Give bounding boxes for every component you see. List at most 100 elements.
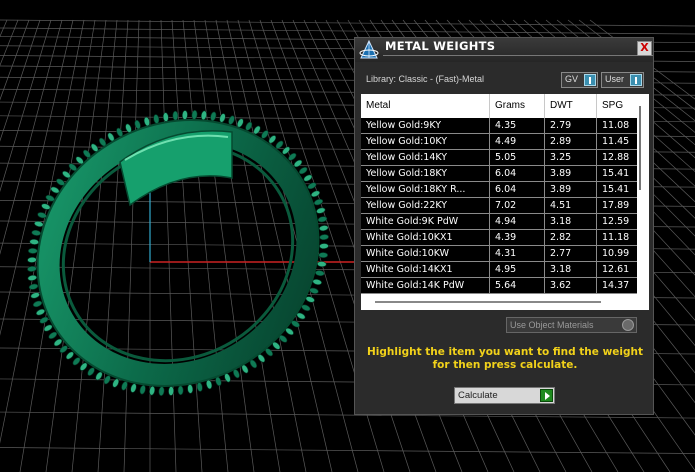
cell-metal: White Gold:14K PdW [361,278,490,293]
ring-bead [158,386,165,396]
gv-toggle[interactable]: GV [561,72,598,88]
dialog-titlebar[interactable]: METAL WEIGHTS X [355,38,653,62]
ring-bead [112,378,120,388]
ring-bead [319,234,329,241]
table-row[interactable]: White Gold:14KX1 4.95 3.18 12.61 [361,262,637,278]
horizontal-scrollbar[interactable] [375,301,601,303]
user-toggle[interactable]: User [601,72,644,88]
ring-bead [35,308,46,316]
grid-line [71,19,118,472]
ring-bead [29,238,39,245]
table-row[interactable]: Yellow Gold:18KY 6.04 3.89 15.41 [361,166,637,182]
ring-bead [32,300,43,308]
cell-spg: 11.18 [602,232,630,243]
table-row[interactable]: White Gold:9K PdW 4.94 3.18 12.59 [361,214,637,230]
cell-dwt: 3.62 [545,278,597,293]
cell-grams: 7.02 [490,198,545,213]
ring-bead [228,115,235,125]
ring-bead [30,292,40,299]
close-icon[interactable]: X [637,41,652,56]
ring-bead [200,110,207,121]
grid-line [0,447,695,454]
use-object-materials-label: Use Object Materials [510,320,594,330]
ring-bead [181,110,188,120]
dialog-title: METAL WEIGHTS [385,39,496,53]
ring-bead [39,316,49,324]
cell-metal: Yellow Gold:22KY [361,198,490,213]
ring-bead [312,278,322,286]
ring-bead [121,381,128,391]
cell-grams: 6.04 [490,182,545,197]
ring-bead [168,386,175,396]
cell-spg: 11.08 [602,120,630,131]
ring-bead [315,270,325,277]
table-row[interactable]: Yellow Gold:18KY R... 6.04 3.89 15.41 [361,182,637,198]
column-header-dwt[interactable]: DWT [545,94,597,118]
ring-bead [318,252,328,259]
cell-metal: Yellow Gold:9KY [361,118,490,133]
ring-bead [177,385,184,396]
cell-metal: Yellow Gold:18KY [361,166,490,181]
ring-bead [219,113,226,123]
table-row[interactable]: Yellow Gold:10KY 4.49 2.89 11.45 [361,134,637,150]
ring-bead [31,229,41,236]
toggle-indicator-icon [584,74,596,86]
ring-bead [253,125,261,135]
grid-line [160,19,177,472]
instruction-text: Highlight the item you want to find the … [367,346,643,371]
column-header-grams[interactable]: Grams [490,94,545,118]
grid-line [0,19,30,101]
cell-spg: 10.99 [602,248,630,259]
table-row[interactable]: White Gold:14K PdW 5.64 3.62 14.37 [361,278,637,294]
grid-line [123,19,140,472]
ring-bead [139,384,146,395]
cell-grams: 4.39 [490,230,545,245]
grid-line [193,19,255,472]
ring-bead [319,243,329,250]
cell-spg: 11.45 [602,136,630,147]
cell-grams: 4.94 [490,214,545,229]
ring-bead [317,216,328,223]
ring-bead [27,274,38,281]
cell-spg: 15.41 [602,168,630,179]
use-object-materials-dropdown[interactable]: Use Object Materials [506,317,637,333]
cell-spg: 12.61 [602,264,630,275]
ring-bead [48,331,58,339]
cell-metal: Yellow Gold:10KY [361,134,490,149]
table-row[interactable]: Yellow Gold:14KY 5.05 3.25 12.88 [361,150,637,166]
cell-grams: 4.49 [490,134,545,149]
cell-dwt: 2.79 [545,118,597,133]
grid-line [0,19,19,67]
ring-bead [130,383,137,393]
ring-bead [298,167,308,175]
column-header-spg[interactable]: SPG [597,94,649,118]
cell-dwt: 3.18 [545,262,597,277]
vertical-scrollbar[interactable] [639,106,641,190]
ring-bead [210,111,217,122]
table-row[interactable]: White Gold:10KW 4.31 2.77 10.99 [361,246,637,262]
play-arrow-icon [540,389,553,402]
dropdown-knob-icon [622,319,634,331]
table-header: Metal Grams DWT SPG [361,94,649,118]
cell-dwt: 2.89 [545,134,597,149]
cell-grams: 5.05 [490,150,545,165]
grid-line [0,19,8,38]
library-label: Library: Classic - (Fast)-Metal [366,74,485,84]
cell-dwt: 3.89 [545,166,597,181]
cell-spg: 14.37 [602,280,630,291]
grid-line [97,19,129,472]
ring-bead [153,114,160,124]
cell-spg: 12.88 [602,152,630,163]
cell-grams: 5.64 [490,278,545,293]
cell-dwt: 3.25 [545,150,597,165]
table-row[interactable]: Yellow Gold:9KY 4.35 2.79 11.08 [361,118,637,134]
cell-metal: Yellow Gold:14KY [361,150,490,165]
calculate-button[interactable]: Calculate [454,387,555,404]
table-row[interactable]: White Gold:10KX1 4.39 2.82 11.18 [361,230,637,246]
metal-table[interactable]: Metal Grams DWT SPG Yellow Gold:9KY 4.35 2… [361,94,649,310]
column-header-metal[interactable]: Metal [361,94,490,118]
table-row[interactable]: Yellow Gold:22KY 7.02 4.51 17.89 [361,198,637,214]
cell-metal: Yellow Gold:18KY R... [361,182,490,197]
cell-metal: White Gold:10KW [361,246,490,261]
ring-bead [318,225,329,232]
